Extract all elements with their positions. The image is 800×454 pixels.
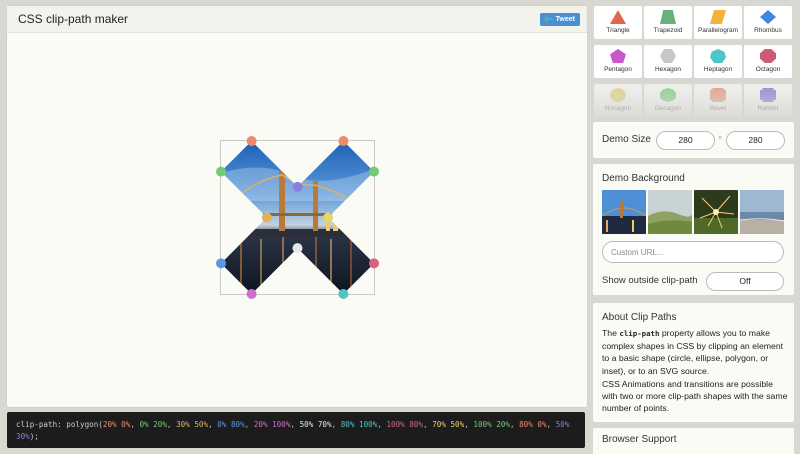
demo-size-card: Demo Size 280 × 280 bbox=[593, 122, 794, 158]
editor-panel: CSS clip-path maker 🐦 Tweet bbox=[7, 6, 587, 407]
shape-picker: Triangle Trapezoid Parallelogram Rhombus Pen… bbox=[593, 6, 800, 116]
clip-path-code-term: clip-path bbox=[619, 329, 660, 338]
show-outside-label: Show outside clip-path bbox=[602, 275, 698, 286]
code-point: 20% 0% bbox=[102, 420, 131, 429]
clip-point-handle[interactable] bbox=[216, 258, 226, 269]
decagon-shape-icon bbox=[660, 88, 676, 102]
code-point: 70% 50% bbox=[432, 420, 465, 429]
code-point: 100% 20% bbox=[473, 420, 510, 429]
code-point: 80% 0% bbox=[519, 420, 547, 429]
code-point: 50% 70% bbox=[299, 420, 332, 429]
rabbet-shape-icon bbox=[760, 88, 776, 102]
shape-label: Trapezoid bbox=[653, 27, 683, 34]
nonagon-shape-icon bbox=[610, 88, 626, 102]
clip-point-handle[interactable] bbox=[246, 136, 257, 146]
shape-tile-nonagon[interactable]: Nonagon bbox=[594, 84, 642, 116]
shape-label: Nonagon bbox=[604, 105, 632, 112]
shape-label: Triangle bbox=[606, 27, 630, 34]
pentagon-shape-icon bbox=[610, 49, 626, 63]
shape-label: Heptagon bbox=[703, 66, 733, 73]
tweet-button[interactable]: 🐦 Tweet bbox=[539, 13, 580, 26]
shape-tile-decagon[interactable]: Decagon bbox=[644, 84, 692, 116]
code-point: 100% 80% bbox=[386, 420, 424, 429]
app-header: CSS clip-path maker 🐦 Tweet bbox=[7, 6, 587, 33]
shape-tile-rabbet[interactable]: Rabbet bbox=[744, 84, 792, 116]
shape-tile-heptagon[interactable]: Heptagon bbox=[694, 45, 742, 78]
code-suffix: ); bbox=[29, 432, 39, 441]
shape-label: Pentagon bbox=[604, 66, 632, 73]
code-point: 20% 100% bbox=[253, 420, 291, 429]
demo-height-input[interactable]: 280 bbox=[726, 131, 785, 150]
clip-path-code[interactable]: clip-path: polygon(20% 0%, 0% 20%, 30% 5… bbox=[7, 412, 585, 448]
clip-point-handle[interactable] bbox=[292, 181, 303, 192]
shape-tile-bevel[interactable]: Bevel bbox=[694, 84, 742, 116]
shape-label: Parallelogram bbox=[697, 27, 739, 34]
parallelogram-shape-icon bbox=[710, 10, 726, 24]
clip-point-handle[interactable] bbox=[338, 289, 349, 299]
shape-label: Rhombus bbox=[754, 27, 782, 34]
bevel-shape-icon bbox=[710, 88, 726, 102]
shape-tile-triangle[interactable]: Triangle bbox=[594, 6, 642, 39]
size-separator: × bbox=[718, 135, 723, 142]
shape-label: Octagon bbox=[755, 66, 781, 73]
clip-point-handle[interactable] bbox=[292, 243, 303, 254]
shape-tile-trapezoid[interactable]: Trapezoid bbox=[644, 6, 692, 39]
background-thumb-bridge[interactable] bbox=[602, 190, 646, 234]
shape-label: Bevel bbox=[709, 105, 727, 112]
trapezoid-shape-icon bbox=[660, 10, 676, 24]
clip-point-handle[interactable] bbox=[323, 212, 334, 223]
shape-label: Rabbet bbox=[757, 105, 779, 112]
clip-path-stage bbox=[216, 136, 379, 299]
clip-point-handle[interactable] bbox=[246, 289, 257, 299]
background-thumb-landscape[interactable] bbox=[648, 190, 692, 234]
code-point: 80% 100% bbox=[340, 420, 378, 429]
background-thumb-beach[interactable] bbox=[740, 190, 784, 234]
clip-point-handles bbox=[216, 136, 379, 299]
demo-size-label: Demo Size bbox=[602, 134, 651, 145]
about-paragraph-1: The clip-path property allows you to mak… bbox=[602, 328, 784, 376]
twitter-bird-icon: 🐦 bbox=[543, 15, 554, 24]
shape-tile-rhombus[interactable]: Rhombus bbox=[744, 6, 792, 39]
shape-label: Decagon bbox=[654, 105, 682, 112]
demo-width-input[interactable]: 280 bbox=[656, 131, 715, 150]
background-thumb-sparkler[interactable] bbox=[694, 190, 738, 234]
about-title: About Clip Paths bbox=[602, 312, 677, 323]
code-point: 0% 20% bbox=[139, 420, 167, 429]
tweet-label: Tweet bbox=[555, 16, 575, 23]
triangle-shape-icon bbox=[610, 10, 626, 24]
browser-support-title: Browser Support bbox=[602, 434, 677, 445]
shape-label: Hexagon bbox=[654, 66, 682, 73]
rhombus-shape-icon bbox=[760, 10, 776, 24]
browser-support-card: Browser Support bbox=[593, 428, 794, 454]
code-point: 30% 50% bbox=[176, 420, 209, 429]
clip-point-handle[interactable] bbox=[338, 136, 349, 146]
shape-tile-octagon[interactable]: Octagon bbox=[744, 45, 792, 78]
show-outside-toggle[interactable]: Off bbox=[706, 272, 784, 291]
clip-point-handle[interactable] bbox=[369, 166, 379, 177]
page-title: CSS clip-path maker bbox=[18, 12, 129, 26]
shape-tile-parallelogram[interactable]: Parallelogram bbox=[694, 6, 742, 39]
clip-point-handle[interactable] bbox=[261, 212, 272, 223]
custom-url-input[interactable] bbox=[602, 241, 784, 263]
hexagon-shape-icon bbox=[660, 49, 676, 63]
code-point: 0% 80% bbox=[217, 420, 245, 429]
about-paragraph-2: CSS Animations and transitions are possi… bbox=[602, 379, 788, 414]
shape-tile-hexagon[interactable]: Hexagon bbox=[644, 45, 692, 78]
heptagon-shape-icon bbox=[710, 49, 726, 63]
demo-background-label: Demo Background bbox=[602, 173, 685, 184]
octagon-shape-icon bbox=[760, 49, 776, 63]
code-prefix: clip-path: polygon( bbox=[16, 420, 103, 429]
clip-point-handle[interactable] bbox=[369, 258, 379, 269]
shape-tile-pentagon[interactable]: Pentagon bbox=[594, 45, 642, 78]
clip-point-handle[interactable] bbox=[216, 166, 226, 177]
